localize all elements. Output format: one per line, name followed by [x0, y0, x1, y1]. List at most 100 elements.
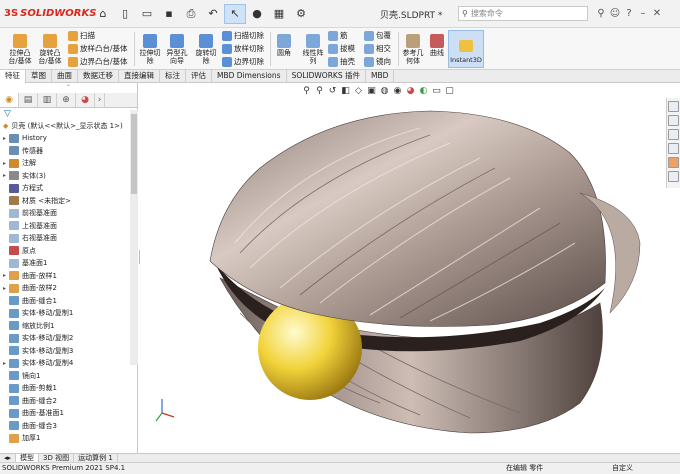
panel-handle[interactable]: ⌃	[0, 83, 137, 93]
select-icon[interactable]: ↖	[224, 3, 246, 24]
search-icon[interactable]: ⚲	[594, 4, 608, 22]
save-icon[interactable]: ▪	[158, 4, 180, 24]
tree-node[interactable]: 曲面-缝合2	[0, 395, 137, 408]
tree-node[interactable]: 曲面-基准面1	[0, 407, 137, 420]
user-icon[interactable]: ☺	[608, 4, 622, 22]
loft-cut-button[interactable]: 放样切除	[222, 43, 264, 54]
expand-arrow-icon[interactable]: ▸	[0, 160, 9, 167]
tree-node[interactable]: ▸ 实体(3)	[0, 170, 137, 183]
tab-3d-view[interactable]: 3D 视图	[39, 454, 75, 462]
tree-root[interactable]: ◆ 贝壳 (默认<<默认>_显示状态 1>)	[0, 120, 137, 132]
gear-icon[interactable]: ⚙	[290, 4, 312, 24]
view-settings-icon[interactable]: ▭	[430, 85, 443, 97]
tree-node[interactable]: 右视基准面	[0, 232, 137, 245]
expand-arrow-icon[interactable]: ▸	[0, 285, 9, 292]
boundary-boss-button[interactable]: 边界凸台/基体	[68, 56, 128, 67]
edit-appearance-icon[interactable]: ◕	[404, 85, 417, 97]
tree-node[interactable]: 材质 <未指定>	[0, 195, 137, 208]
display-manager-tab-icon[interactable]: ◕	[76, 93, 95, 107]
dimxpert-tab-icon[interactable]: ⊕	[57, 93, 76, 107]
search-commands[interactable]: ⚲ 搜索命令	[458, 6, 588, 21]
expand-arrow-icon[interactable]: ▸	[0, 172, 9, 179]
new-icon[interactable]: ▯	[114, 4, 136, 24]
custom-properties-icon[interactable]	[668, 171, 679, 182]
tree-node[interactable]: 前视基准面	[0, 207, 137, 220]
minimize-icon[interactable]: –	[636, 4, 650, 22]
tab-surfaces[interactable]: 曲面	[52, 70, 78, 83]
tab-sketch[interactable]: 草图	[26, 70, 52, 83]
home-icon[interactable]: ⌂	[92, 4, 114, 24]
tree-node[interactable]: ▸ 注解	[0, 157, 137, 170]
file-explorer-icon[interactable]	[668, 129, 679, 140]
hole-wizard-button[interactable]: 异型孔 向导	[162, 34, 192, 65]
tab-evaluate[interactable]: 评估	[186, 70, 212, 83]
zoom-to-fit-icon[interactable]: ⚲	[300, 85, 313, 97]
tree-node[interactable]: ▸ 曲面-放样2	[0, 282, 137, 295]
tab-motion-study[interactable]: 运动算例 1	[74, 454, 118, 462]
mirror-button[interactable]: 镜向	[364, 56, 391, 67]
previous-view-icon[interactable]: ↺	[326, 85, 339, 97]
tree-node[interactable]: 实体-移动/复制1	[0, 307, 137, 320]
monitor-icon[interactable]: ▢	[443, 85, 456, 97]
solidworks-resources-icon[interactable]	[668, 101, 679, 112]
undo-icon[interactable]: ↶	[202, 4, 224, 24]
wrap-button[interactable]: 包覆	[364, 30, 391, 41]
tree-node[interactable]: ▸ 曲面-放样1	[0, 270, 137, 283]
revolve-cut-button[interactable]: 旋转切 除	[192, 34, 220, 65]
tree-node[interactable]: 缩放比例1	[0, 320, 137, 333]
filter-icon[interactable]: ▽	[0, 108, 137, 120]
expand-arrow-icon[interactable]: ▸	[0, 272, 9, 279]
view-orientation-icon[interactable]: ▣	[365, 85, 378, 97]
boundary-cut-button[interactable]: 边界切除	[222, 56, 264, 67]
curves-button[interactable]: 曲线	[426, 34, 448, 57]
rib-button[interactable]: 筋	[328, 30, 348, 41]
tree-node[interactable]: 曲面-缝合1	[0, 295, 137, 308]
graphics-viewport[interactable]	[140, 83, 666, 453]
tree-node[interactable]: 曲面-剪裁1	[0, 382, 137, 395]
tab-annotation[interactable]: 标注	[160, 70, 186, 83]
open-icon[interactable]: ▭	[136, 4, 158, 24]
expand-arrow-icon[interactable]: ▸	[0, 360, 9, 367]
feature-tree-tab-icon[interactable]: ◉	[0, 93, 19, 107]
solidworks-logo[interactable]: 3S SOLIDWORKS	[0, 0, 96, 28]
loft-boss-button[interactable]: 放样凸台/基体	[68, 43, 128, 54]
appearances-icon[interactable]	[668, 157, 679, 168]
tree-node[interactable]: 曲面-缝合3	[0, 420, 137, 433]
hide-show-icon[interactable]: ◉	[391, 85, 404, 97]
display-style-icon[interactable]: ◍	[378, 85, 391, 97]
extrude-cut-button[interactable]: 拉伸切 除	[136, 34, 164, 65]
tree-node[interactable]: ▸ History	[0, 132, 137, 145]
tab-mbd-dimensions[interactable]: MBD Dimensions	[212, 70, 287, 83]
instant3d-button[interactable]: Instant3D	[448, 30, 484, 68]
revolve-boss-button[interactable]: 旋转凸 台/基体	[34, 34, 66, 65]
tree-node[interactable]: 方程式	[0, 182, 137, 195]
property-manager-tab-icon[interactable]: ▤	[19, 93, 38, 107]
nav-arrows-icon[interactable]: ◂▸	[0, 454, 17, 462]
tree-node[interactable]: 上视基准面	[0, 220, 137, 233]
tree-scrollbar[interactable]	[130, 110, 138, 365]
help-icon[interactable]: ?	[622, 4, 636, 22]
scrollbar-thumb[interactable]	[131, 114, 137, 194]
tree-node[interactable]: 原点	[0, 245, 137, 258]
sweep-button[interactable]: 扫描	[68, 30, 95, 41]
tab-model[interactable]: 模型	[16, 454, 40, 462]
tab-features[interactable]: 特征	[0, 70, 26, 83]
tree-node[interactable]: 传感器	[0, 145, 137, 158]
configuration-tab-icon[interactable]: ▥	[38, 93, 57, 107]
apply-scene-icon[interactable]: ◐	[417, 85, 430, 97]
print-icon[interactable]: ⎙	[180, 4, 202, 24]
options-icon[interactable]: ▦	[268, 4, 290, 24]
view-palette-icon[interactable]	[668, 143, 679, 154]
dynamic-annotation-icon[interactable]: ◇	[352, 85, 365, 97]
tree-node[interactable]: ▸ 实体-移动/复制4	[0, 357, 137, 370]
section-view-icon[interactable]: ◧	[339, 85, 352, 97]
panel-expand-icon[interactable]: ›	[95, 93, 105, 107]
tree-node[interactable]: 基准面1	[0, 257, 137, 270]
tree-node[interactable]: 实体-移动/复制3	[0, 345, 137, 358]
intersect-button[interactable]: 相交	[364, 43, 391, 54]
tab-solidworks-addins[interactable]: SOLIDWORKS 插件	[287, 70, 366, 83]
tab-direct-editing[interactable]: 直接编辑	[119, 70, 160, 83]
design-library-icon[interactable]	[668, 115, 679, 126]
expand-arrow-icon[interactable]: ▸	[0, 135, 9, 142]
fillet-button[interactable]: 圆角	[272, 34, 296, 57]
